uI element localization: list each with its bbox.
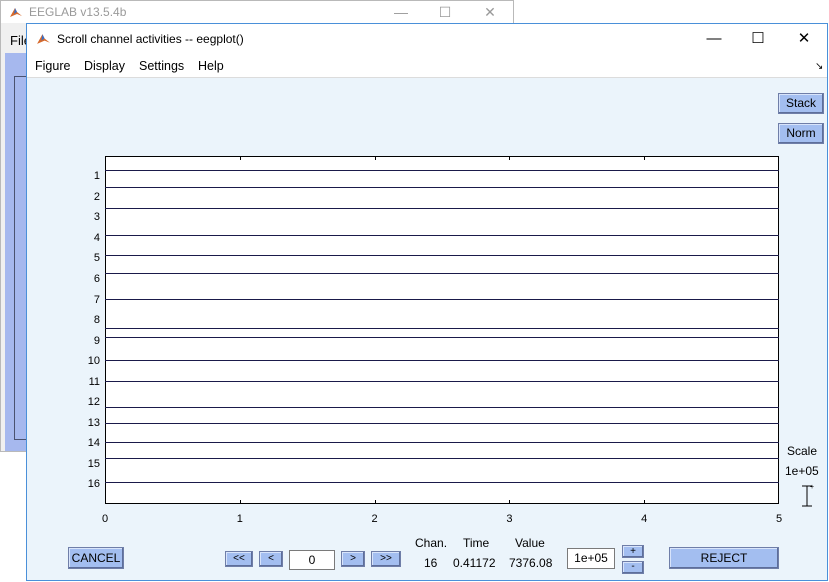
time-tick-mark — [644, 500, 646, 504]
channel-trace — [105, 407, 779, 408]
menu-bar: Figure Display Settings Help ↘ — [27, 54, 827, 78]
norm-button[interactable]: Norm — [778, 123, 824, 144]
time-tick-mark — [239, 500, 241, 504]
menu-help[interactable]: Help — [198, 59, 224, 73]
menu-figure[interactable]: Figure — [35, 59, 70, 73]
eeglab-maximize-button[interactable]: ☐ — [435, 3, 455, 21]
cancel-button[interactable]: CANCEL — [68, 547, 124, 569]
channel-label: 5 — [93, 252, 100, 264]
channel-trace — [105, 328, 779, 329]
close-button[interactable]: ✕ — [789, 28, 819, 50]
time-tick-label: 3 — [506, 513, 513, 525]
time-tick-mark — [374, 156, 376, 160]
channel-label: 11 — [88, 376, 100, 388]
channel-label: 4 — [93, 232, 100, 244]
time-tick-mark — [644, 156, 646, 160]
scale-label: Scale — [787, 444, 818, 458]
channel-label: 7 — [93, 294, 100, 306]
position-input[interactable]: 0 — [289, 550, 335, 570]
prev-button[interactable]: < — [259, 551, 283, 567]
dock-arrow-icon[interactable]: ↘ — [815, 61, 823, 72]
channel-label: 15 — [87, 458, 100, 470]
scale-bar-icon: + — [802, 484, 814, 507]
channel-trace — [105, 482, 779, 483]
prev-page-button[interactable]: << — [225, 551, 253, 567]
channel-label: 12 — [87, 396, 100, 408]
eeglab-titlebar[interactable]: EEGLAB v13.5.4b — ☐ ✕ — [1, 1, 513, 23]
time-tick-label: 2 — [371, 513, 378, 525]
time-tick-mark — [509, 500, 511, 504]
scale-input[interactable]: 1e+05 — [567, 548, 615, 569]
channel-trace — [105, 170, 779, 171]
channel-trace — [105, 337, 779, 338]
eegplot-window: Scroll channel activities -- eegplot() —… — [26, 23, 828, 581]
channel-trace — [105, 208, 779, 209]
time-readout: 0.41172 — [453, 556, 496, 570]
matlab-logo-icon — [9, 5, 23, 24]
channel-label: 9 — [93, 335, 100, 347]
channel-trace — [105, 458, 779, 459]
channel-trace — [105, 273, 779, 274]
time-tick-label: 1 — [236, 513, 243, 525]
channel-trace — [105, 381, 779, 382]
channel-trace — [105, 235, 779, 236]
matlab-logo-icon — [36, 31, 51, 51]
chan-readout: 16 — [424, 556, 438, 570]
channel-label: 16 — [87, 478, 100, 490]
scale-decrease-button[interactable]: - — [622, 561, 644, 574]
eegplot-titlebar[interactable]: Scroll channel activities -- eegplot() —… — [27, 24, 827, 54]
next-page-button[interactable]: >> — [371, 551, 401, 567]
channel-label: 1 — [93, 170, 100, 182]
scale-increase-button[interactable]: + — [622, 545, 644, 558]
time-tick-label: 5 — [775, 513, 783, 525]
time-tick-label: 0 — [101, 513, 109, 525]
channel-trace — [105, 187, 779, 188]
time-header: Time — [463, 536, 490, 550]
channel-label: 14 — [87, 437, 100, 449]
time-tick-mark — [374, 500, 376, 504]
menu-display[interactable]: Display — [84, 59, 125, 73]
minimize-button[interactable]: — — [699, 28, 729, 50]
channel-label: 10 — [87, 355, 100, 367]
channel-label: 3 — [93, 211, 100, 223]
stack-button[interactable]: Stack — [778, 93, 824, 114]
menu-settings[interactable]: Settings — [139, 59, 184, 73]
eeglab-window-title: EEGLAB v13.5.4b — [29, 5, 127, 19]
value-readout: 7376.08 — [509, 556, 553, 570]
eeglab-close-button[interactable]: ✕ — [480, 3, 500, 21]
chan-header: Chan. — [415, 536, 448, 550]
maximize-button[interactable]: ☐ — [743, 28, 773, 50]
reject-button[interactable]: REJECT — [669, 547, 779, 569]
channel-trace — [105, 423, 779, 424]
channel-trace — [105, 442, 779, 443]
value-header: Value — [515, 536, 545, 550]
time-tick-mark — [509, 156, 511, 160]
channel-label: 8 — [93, 314, 100, 326]
channel-trace — [105, 255, 779, 256]
channel-label: 13 — [87, 417, 100, 429]
next-button[interactable]: > — [341, 551, 365, 567]
window-title: Scroll channel activities -- eegplot() — [57, 32, 244, 46]
channel-label: 2 — [93, 191, 100, 203]
svg-text:+: + — [810, 484, 814, 491]
eeglab-minimize-button[interactable]: — — [391, 3, 411, 21]
channel-trace — [105, 360, 779, 361]
channel-trace — [105, 299, 779, 300]
time-tick-mark — [239, 156, 241, 160]
time-tick-label: 4 — [641, 513, 648, 525]
channel-label: 6 — [93, 273, 100, 285]
scale-value: 1e+05 — [785, 464, 819, 478]
